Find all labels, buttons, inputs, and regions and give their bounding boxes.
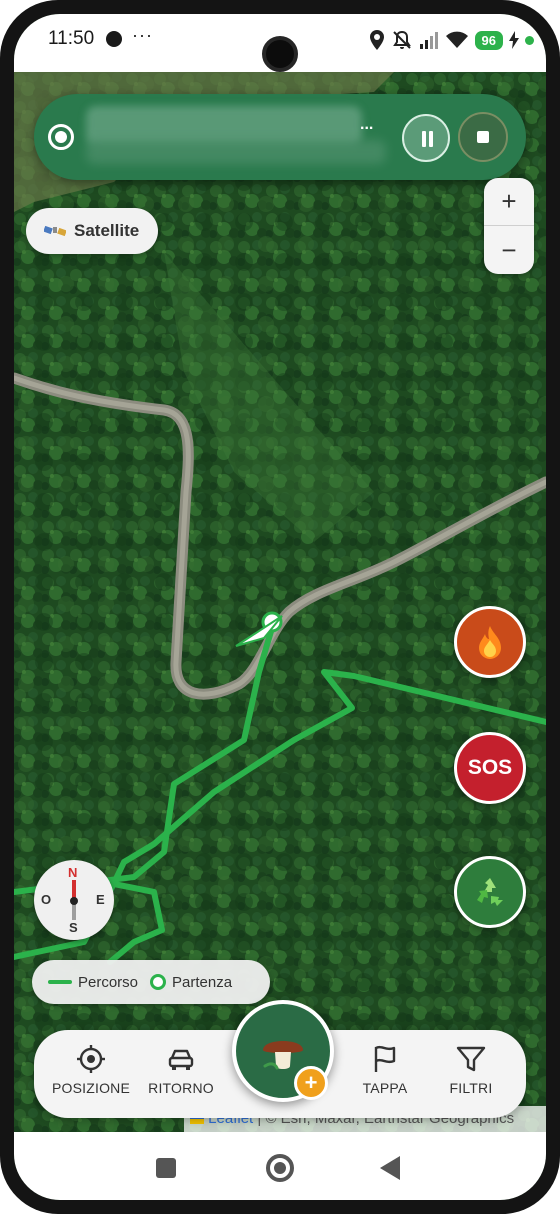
waypoint-button[interactable]: TAPPA [340, 1044, 430, 1096]
stop-icon [477, 131, 489, 143]
compass-south: S [69, 920, 78, 935]
zoom-control[interactable]: + − [484, 178, 534, 274]
screen: 11:50 ··· 96 ... Satellite + − SOS N S O… [14, 14, 546, 1200]
waypoint-label: TAPPA [362, 1080, 408, 1096]
position-button[interactable]: POSIZIONE [46, 1044, 136, 1096]
battery-badge: 96 [474, 30, 503, 50]
signal-icon [419, 32, 438, 49]
zoom-in-button[interactable]: + [484, 178, 534, 226]
map-legend: Percorso Partenza [32, 960, 270, 1004]
wifi-icon [445, 31, 468, 48]
tracking-banner[interactable]: ... [34, 94, 526, 180]
return-button[interactable]: RITORNO [136, 1044, 226, 1096]
recents-button[interactable] [156, 1158, 176, 1178]
status-icons: 96 [369, 28, 534, 52]
flag-icon [374, 1045, 396, 1072]
pause-button[interactable] [402, 114, 450, 162]
filters-button[interactable]: FILTRI [426, 1044, 516, 1096]
banner-ellipsis: ... [360, 116, 374, 133]
legend-start-label: Partenza [172, 973, 233, 991]
car-icon [168, 1049, 194, 1070]
recycle-button[interactable] [454, 856, 526, 928]
recording-icon [48, 124, 74, 150]
start-ring-icon [150, 974, 167, 990]
notification-dot [525, 35, 534, 45]
zoom-out-button[interactable]: − [484, 226, 534, 274]
layer-toggle-button[interactable]: Satellite [26, 208, 158, 254]
home-button[interactable] [266, 1154, 294, 1182]
phone-frame: 11:50 ··· 96 ... Satellite + − SOS N S O… [0, 0, 560, 1214]
front-camera [262, 36, 298, 72]
compass-north: N [68, 865, 78, 880]
compass-east: E [96, 892, 105, 907]
media-dot-icon [106, 31, 122, 47]
fire-icon [479, 626, 501, 659]
mute-icon [392, 30, 411, 49]
stop-button[interactable] [458, 112, 508, 162]
add-plus-badge[interactable]: + [294, 1066, 328, 1100]
position-label: POSIZIONE [51, 1080, 131, 1096]
sos-label: SOS [467, 756, 513, 779]
pause-icon [420, 131, 434, 147]
crosshair-icon [77, 1045, 105, 1073]
compass-center [70, 897, 78, 905]
return-label: RITORNO [148, 1080, 214, 1096]
blurred-subtitle [86, 140, 386, 164]
mushroom-icon [263, 1041, 303, 1070]
status-time: 11:50 [48, 28, 95, 49]
fire-report-button[interactable] [454, 606, 526, 678]
compass-west: O [41, 892, 52, 907]
legend-route-label: Percorso [78, 973, 139, 991]
filters-label: FILTRI [449, 1080, 493, 1096]
status-more-indicator: ··· [132, 25, 153, 45]
route-line-icon [48, 980, 72, 984]
recycle-icon [477, 878, 503, 906]
back-button[interactable] [380, 1156, 400, 1180]
system-nav-bar [14, 1132, 546, 1200]
sos-button[interactable]: SOS [454, 732, 526, 804]
compass[interactable]: N S O E [34, 860, 114, 940]
status-bar: 11:50 ··· 96 [14, 14, 546, 72]
charging-icon [509, 31, 519, 49]
location-pin-icon [369, 30, 384, 50]
filter-icon [456, 1046, 486, 1072]
layer-toggle-label: Satellite [74, 221, 140, 240]
satellite-icon [44, 225, 66, 237]
